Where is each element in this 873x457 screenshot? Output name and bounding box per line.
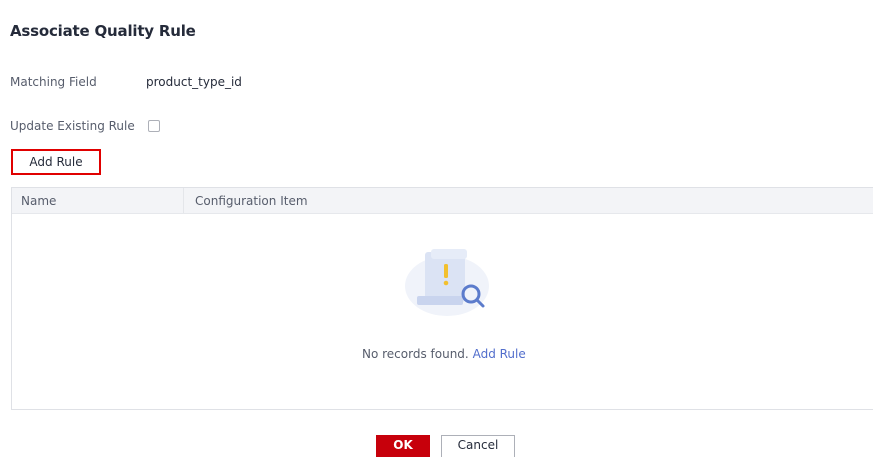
matching-field-value: product_type_id [146, 75, 242, 89]
matching-field-label: Matching Field [10, 75, 97, 89]
ok-button[interactable]: OK [376, 435, 430, 457]
associate-quality-rule-dialog: Associate Quality Rule Matching Field pr… [0, 0, 873, 457]
empty-state-add-rule-link[interactable]: Add Rule [473, 347, 526, 361]
update-existing-rule-checkbox[interactable] [148, 120, 160, 132]
document-search-icon [397, 248, 497, 318]
update-existing-rule-label: Update Existing Rule [10, 119, 135, 133]
cancel-button[interactable]: Cancel [441, 435, 515, 457]
add-rule-button[interactable]: Add Rule [11, 149, 101, 175]
dialog-title: Associate Quality Rule [10, 22, 196, 40]
rules-table: Name Configuration Item No records found… [11, 187, 873, 410]
table-header: Name Configuration Item [12, 188, 873, 214]
empty-state-text: No records found. [362, 347, 469, 361]
column-header-name[interactable]: Name [12, 188, 184, 213]
column-header-configuration-item[interactable]: Configuration Item [184, 188, 308, 213]
empty-state-message: No records found. Add Rule [362, 347, 526, 361]
